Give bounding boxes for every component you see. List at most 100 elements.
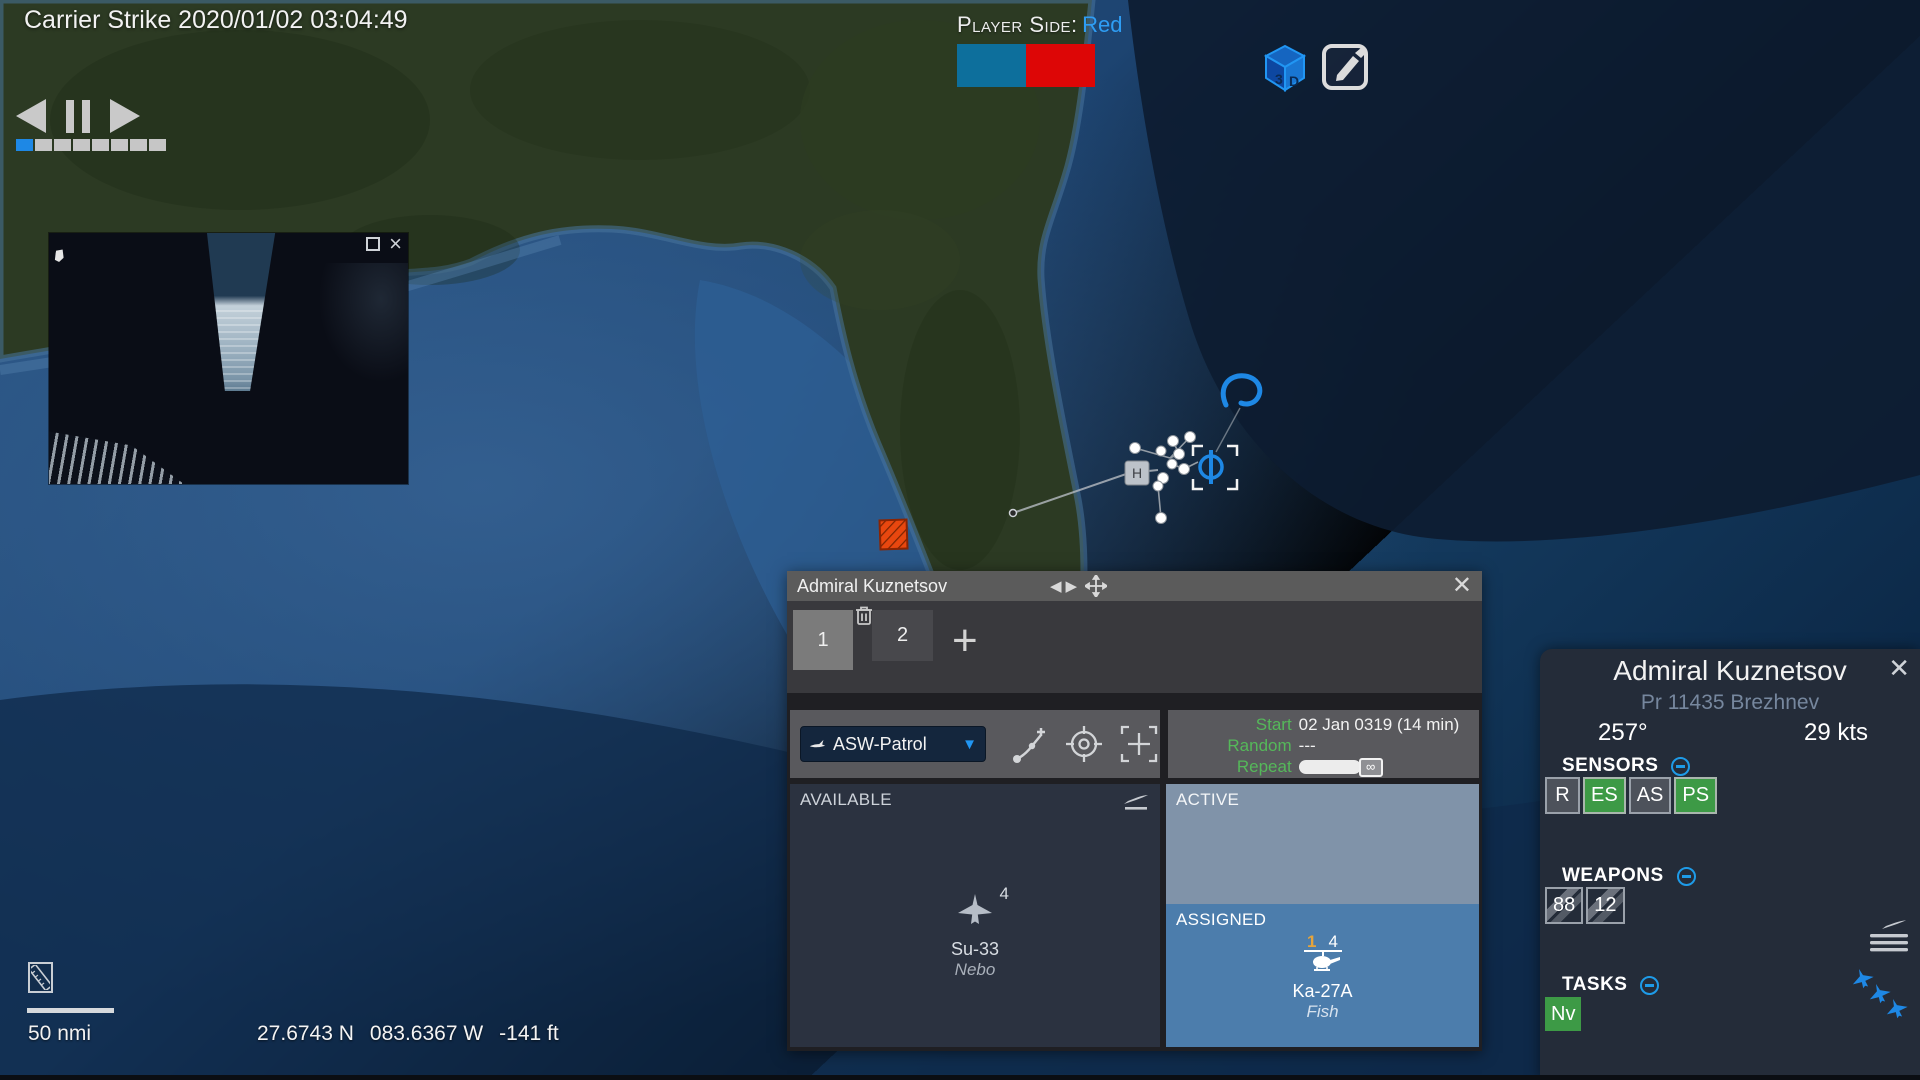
sensor-toggle-r[interactable]: R — [1545, 777, 1580, 814]
start-value: 02 Jan 0319 (14 min) — [1299, 715, 1460, 735]
weapon-slot-12[interactable]: 12 — [1586, 887, 1624, 924]
repeat-label: Repeat — [1220, 757, 1292, 777]
tab-label: 2 — [897, 624, 908, 647]
player-side-label: Player Side: — [957, 12, 1078, 37]
unit-speed: 29 kts — [1804, 719, 1868, 747]
time-speed-bar[interactable] — [16, 139, 166, 151]
pause-button[interactable] — [66, 100, 90, 133]
route-endpoint[interactable] — [1010, 510, 1017, 517]
sensors-label: SENSORS — [1562, 755, 1658, 777]
takeoff-icon[interactable] — [1122, 792, 1150, 817]
assigned-aircraft-item[interactable]: 14 Ka-27A Fish — [1166, 932, 1479, 1022]
aircraft-icon — [809, 736, 826, 753]
next-unit-icon[interactable]: ▶ — [1066, 577, 1078, 595]
delete-mission-icon[interactable] — [855, 605, 873, 631]
mission-type-dropdown[interactable]: ASW-Patrol ▼ — [800, 726, 986, 762]
air-group-icon[interactable] — [1850, 967, 1912, 1029]
active-section[interactable]: ACTIVE — [1166, 784, 1479, 904]
edit-scenario-icon[interactable] — [1320, 40, 1370, 97]
close-icon[interactable]: × — [389, 237, 402, 251]
add-mission-button[interactable]: + — [952, 621, 978, 661]
unit-heading: 257° — [1598, 719, 1648, 747]
close-icon[interactable]: ✕ — [1452, 572, 1472, 600]
weapons-label: WEAPONS — [1562, 865, 1664, 887]
aircraft-name: Su-33 — [790, 939, 1160, 960]
unit-info-panel: ✕ Admiral Kuznetsov Pr 11435 Brezhnev 25… — [1540, 649, 1920, 1080]
camera-overlay-glyph — [54, 248, 66, 263]
pan-to-unit-icon[interactable] — [1085, 575, 1107, 597]
repeat-slider[interactable] — [1299, 760, 1361, 774]
rewind-button[interactable] — [16, 99, 46, 133]
tasks-label: TASKS — [1562, 974, 1627, 996]
scenario-title: Carrier Strike 2020/01/02 03:04:49 — [24, 6, 408, 35]
mission-tab-2[interactable]: 2 — [872, 610, 933, 661]
playback-controls — [16, 98, 166, 151]
unit-class: Pr 11435 Brezhnev — [1540, 691, 1920, 715]
weapon-slot-88[interactable]: 88 — [1545, 887, 1583, 924]
coord-alt: -141 ft — [499, 1022, 559, 1046]
red-side-swatch[interactable] — [1026, 44, 1095, 87]
blue-side-swatch[interactable] — [957, 44, 1026, 87]
helo-contact-badge[interactable]: H — [1125, 461, 1149, 485]
collapse-sensors-icon[interactable] — [1671, 757, 1690, 776]
aircraft-variant: Nebo — [790, 960, 1160, 980]
available-section: AVAILABLE 4 Su-33 Nebo — [790, 784, 1160, 1047]
aircraft-name: Ka-27A — [1166, 981, 1479, 1002]
mission-schedule-box: Start 02 Jan 0319 (14 min) Random --- Re… — [1168, 710, 1479, 778]
sensor-toggle-ps[interactable]: PS — [1674, 777, 1717, 814]
mission-type-row: ASW-Patrol ▼ — [790, 710, 1160, 778]
unit-name: Admiral Kuznetsov — [1540, 655, 1920, 687]
map-scale-bar — [27, 1008, 114, 1013]
player-side-indicator: Player Side: Red — [957, 12, 1122, 87]
chevron-down-icon: ▼ — [962, 736, 977, 753]
assigned-section[interactable]: ASSIGNED 14 Ka-27A Fish — [1166, 904, 1479, 1047]
collapse-tasks-icon[interactable] — [1640, 976, 1659, 995]
target-area-icon[interactable] — [1063, 722, 1105, 766]
measure-tool-button[interactable] — [28, 962, 53, 993]
random-value: --- — [1299, 736, 1460, 756]
mission-tabstrip: 1 2 + — [787, 601, 1482, 693]
available-aircraft-item[interactable]: 4 Su-33 Nebo — [790, 892, 1160, 980]
air-operations-icon[interactable] — [1868, 917, 1910, 958]
svg-text:D: D — [1289, 73, 1299, 89]
random-label: Random — [1220, 736, 1292, 756]
mission-panel-titlebar[interactable]: Admiral Kuznetsov ◀ ▶ ✕ — [787, 571, 1482, 601]
prev-unit-icon[interactable]: ◀ — [1050, 577, 1062, 595]
tab-label: 1 — [817, 629, 828, 652]
bottom-edge — [0, 1075, 1920, 1080]
coord-lon: 083.6367 W — [370, 1022, 483, 1046]
maximize-icon[interactable] — [366, 237, 380, 251]
camera-view-window[interactable]: × — [49, 233, 408, 484]
fighter-icon — [953, 892, 997, 932]
cursor-coordinates: 27.6743 N 083.6367 W -141 ft — [257, 1022, 559, 1046]
collapse-weapons-icon[interactable] — [1677, 867, 1696, 886]
3d-view-icon[interactable]: 3 D — [1264, 44, 1306, 97]
start-label: Start — [1220, 715, 1292, 735]
task-badge-nv[interactable]: Nv — [1545, 997, 1581, 1031]
assigned-header: ASSIGNED — [1166, 904, 1479, 930]
camera-deck — [318, 263, 408, 383]
coord-lat: 27.6743 N — [257, 1022, 354, 1046]
edit-waypoints-icon[interactable] — [1010, 722, 1050, 766]
ruler-icon — [31, 965, 50, 990]
player-side-value: Red — [1082, 12, 1122, 37]
sensor-toggle-es[interactable]: ES — [1583, 777, 1626, 814]
map-scale-label: 50 nmi — [28, 1022, 91, 1046]
aircraft-variant: Fish — [1166, 1002, 1479, 1022]
camera-bow-wake — [49, 414, 199, 484]
sensor-toggle-as[interactable]: AS — [1629, 777, 1672, 814]
mission-type-value: ASW-Patrol — [833, 734, 955, 755]
active-header: ACTIVE — [1166, 784, 1479, 810]
mission-tab-1[interactable]: 1 — [793, 610, 853, 670]
repeat-infinity-badge[interactable]: ∞ — [1359, 758, 1383, 777]
svg-text:H: H — [1132, 465, 1142, 481]
svg-text:3: 3 — [1275, 71, 1283, 87]
hostile-marker-icon[interactable] — [880, 520, 908, 550]
play-button[interactable] — [110, 99, 140, 133]
available-header: AVAILABLE — [790, 784, 1160, 810]
mission-panel-title: Admiral Kuznetsov — [797, 576, 947, 597]
zoom-to-area-icon[interactable] — [1118, 722, 1160, 766]
mission-editor-panel: Admiral Kuznetsov ◀ ▶ ✕ 1 — [787, 571, 1482, 1051]
helicopter-icon — [1300, 948, 1346, 974]
aircraft-count: 4 — [1000, 884, 1009, 904]
